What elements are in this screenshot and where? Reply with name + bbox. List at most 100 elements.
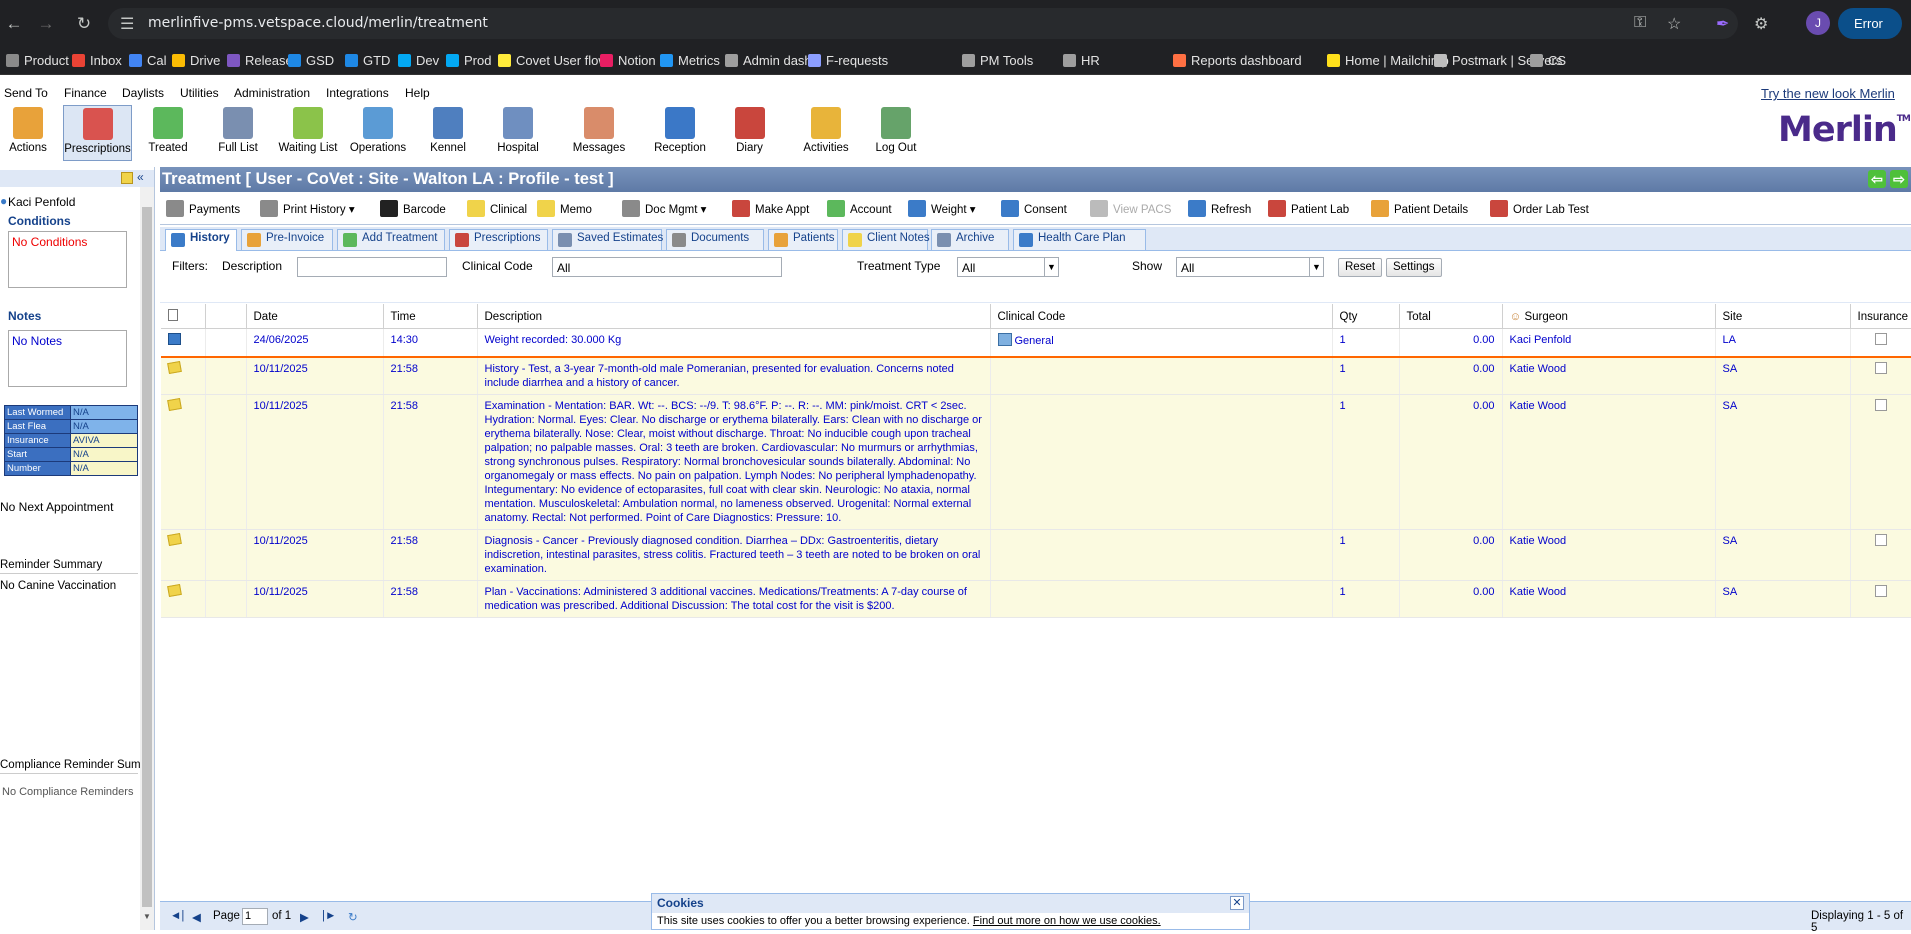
forward-icon[interactable]: → <box>34 12 58 36</box>
chevron-down-icon[interactable]: ▾ <box>967 204 976 216</box>
toolbar-hospital[interactable]: Hospital <box>490 105 546 161</box>
bookmark-hr[interactable]: HR <box>1063 53 1100 68</box>
insurance-checkbox[interactable] <box>1874 332 1887 345</box>
show-select[interactable]: All ▼ <box>1176 257 1324 277</box>
cell-code[interactable] <box>990 580 1333 618</box>
settings-button[interactable]: Settings <box>1386 258 1442 277</box>
side-panel-scroll-thumb[interactable] <box>142 207 152 907</box>
toolbar-activities[interactable]: Activities <box>797 105 855 161</box>
url-text[interactable]: merlinfive-pms.vetspace.cloud/merlin/tre… <box>148 15 488 31</box>
bookmark-reports-dashboard[interactable]: Reports dashboard <box>1173 53 1302 68</box>
bookmark-cal[interactable]: Cal <box>129 53 167 68</box>
toolbar-messages[interactable]: Messages <box>560 105 638 161</box>
menu-help[interactable]: Help <box>405 86 430 100</box>
action-barcode[interactable]: Barcode <box>380 200 446 217</box>
patient-name[interactable]: Kaci Penfold <box>8 195 75 209</box>
bookmark-admin-dash[interactable]: Admin dash <box>725 53 812 68</box>
chevron-down-icon[interactable]: ▾ <box>697 204 707 216</box>
treatment-type-select[interactable]: All ▼ <box>957 257 1059 277</box>
cell-desc[interactable]: Diagnosis - Cancer - Previously diagnose… <box>477 529 991 581</box>
action-refresh[interactable]: Refresh <box>1188 200 1251 217</box>
extensions-icon[interactable]: ⚙ <box>1754 14 1768 34</box>
table-row[interactable]: 10/11/2025 21:58 History - Test, a 3-year … <box>161 357 1911 395</box>
collapse-icon[interactable]: « <box>137 170 144 184</box>
cell-desc[interactable]: History - Test, a 3-year 7-month-old mal… <box>477 357 991 395</box>
bookmark-gtd[interactable]: GTD <box>345 53 390 68</box>
error-button[interactable]: Error <box>1838 8 1902 39</box>
toolbar-reception[interactable]: Reception <box>647 105 713 161</box>
tab-archive[interactable]: Archive <box>931 229 1009 250</box>
bookmark-cs[interactable]: CS <box>1530 53 1566 68</box>
action-patient-lab[interactable]: Patient Lab <box>1268 200 1349 217</box>
tab-documents[interactable]: Documents <box>666 229 764 250</box>
cell-code[interactable]: General <box>990 328 1333 358</box>
refresh-icon[interactable]: ↻ <box>348 910 358 924</box>
prev-patient-icon[interactable]: ⇦ <box>1868 170 1886 188</box>
toolbar-full-list[interactable]: Full List <box>212 105 264 161</box>
first-page-icon[interactable]: ◄| <box>170 910 184 922</box>
feather-icon[interactable]: ✒ <box>1716 14 1729 34</box>
profile-avatar[interactable]: J <box>1806 11 1830 35</box>
insurance-checkbox[interactable] <box>1874 534 1887 546</box>
bookmark-notion[interactable]: Notion <box>600 53 656 68</box>
key-icon[interactable]: ⚿ <box>1634 14 1646 32</box>
column-time[interactable]: Time <box>383 304 478 329</box>
bookmark-prod[interactable]: Prod <box>446 53 491 68</box>
close-icon[interactable]: ✕ <box>1230 896 1244 910</box>
bookmark-inbox[interactable]: Inbox <box>72 53 122 68</box>
cell-desc[interactable]: Plan - Vaccinations: Administered 3 addi… <box>477 580 991 618</box>
table-row[interactable]: 10/11/2025 21:58 Examination - Mentation: … <box>161 394 1911 530</box>
tab-pre-invoice[interactable]: Pre-Invoice <box>241 229 333 250</box>
action-print-history[interactable]: Print History ▾ <box>260 200 355 217</box>
cell-code[interactable] <box>990 394 1333 530</box>
chevron-down-icon[interactable]: ▾ <box>346 204 355 216</box>
toolbar-waiting-list[interactable]: Waiting List <box>276 105 340 161</box>
menu-integrations[interactable]: Integrations <box>326 86 389 100</box>
tab-saved-estimates[interactable]: Saved Estimates <box>552 229 663 250</box>
description-filter-input[interactable] <box>297 257 447 277</box>
bookmark-gsd[interactable]: GSD <box>288 53 334 68</box>
tab-prescriptions[interactable]: Prescriptions <box>449 229 548 250</box>
menu-administration[interactable]: Administration <box>234 86 310 100</box>
bookmark-covet-user-flow[interactable]: Covet User flow <box>498 53 608 68</box>
last-page-icon[interactable]: |► <box>322 910 336 922</box>
cell-desc[interactable]: Weight recorded: 30.000 Kg <box>477 328 991 358</box>
tab-health-care-plan[interactable]: Health Care Plan <box>1013 229 1146 250</box>
menu-utilities[interactable]: Utilities <box>180 86 219 100</box>
chevron-down-icon[interactable]: ▼ <box>1044 258 1058 276</box>
bookmark-home-mailchimp[interactable]: Home | Mailchimp <box>1327 53 1449 68</box>
column-description[interactable]: Description <box>477 304 991 329</box>
toolbar-diary[interactable]: Diary <box>721 105 778 161</box>
action-clinical[interactable]: Clinical <box>467 200 527 217</box>
toolbar-kennel[interactable]: Kennel <box>420 105 476 161</box>
action-memo[interactable]: Memo <box>537 200 592 217</box>
bookmark-drive[interactable]: Drive <box>172 53 220 68</box>
toolbar-prescriptions[interactable]: Prescriptions <box>63 105 132 161</box>
tab-history[interactable]: History <box>165 229 237 251</box>
chevron-down-icon[interactable]: ▼ <box>1309 258 1323 276</box>
toolbar-actions[interactable]: Actions <box>1 105 55 161</box>
table-row[interactable]: 10/11/2025 21:58 Diagnosis - Cancer - Prev… <box>161 529 1911 581</box>
action-payments[interactable]: Payments <box>166 200 240 217</box>
cell-code[interactable] <box>990 357 1333 395</box>
bookmark-dev[interactable]: Dev <box>398 53 439 68</box>
insurance-checkbox[interactable] <box>1874 585 1887 597</box>
column-clinical-code[interactable]: Clinical Code <box>990 304 1333 329</box>
cell-code[interactable] <box>990 529 1333 581</box>
action-order-lab-test[interactable]: Order Lab Test <box>1490 200 1589 217</box>
tab-add-treatment[interactable]: Add Treatment <box>337 229 445 250</box>
site-info-icon[interactable]: ☰ <box>120 14 134 34</box>
bookmark-pm-tools[interactable]: PM Tools <box>962 53 1033 68</box>
toolbar-operations[interactable]: Operations <box>345 105 411 161</box>
reset-button[interactable]: Reset <box>1338 258 1383 277</box>
back-icon[interactable]: ← <box>2 12 26 36</box>
page-number-input[interactable]: 1 <box>242 908 268 925</box>
insurance-checkbox[interactable] <box>1874 362 1887 374</box>
cookie-info-link[interactable]: Find out more on how we use cookies. <box>973 915 1161 927</box>
column-site[interactable]: Site <box>1715 304 1851 329</box>
action-patient-details[interactable]: Patient Details <box>1371 200 1468 217</box>
action-account[interactable]: Account <box>827 200 892 217</box>
bookmark-metrics[interactable]: Metrics <box>660 53 720 68</box>
column-surgeon[interactable]: ☺ Surgeon <box>1502 304 1716 329</box>
action-consent[interactable]: Consent <box>1001 200 1067 217</box>
